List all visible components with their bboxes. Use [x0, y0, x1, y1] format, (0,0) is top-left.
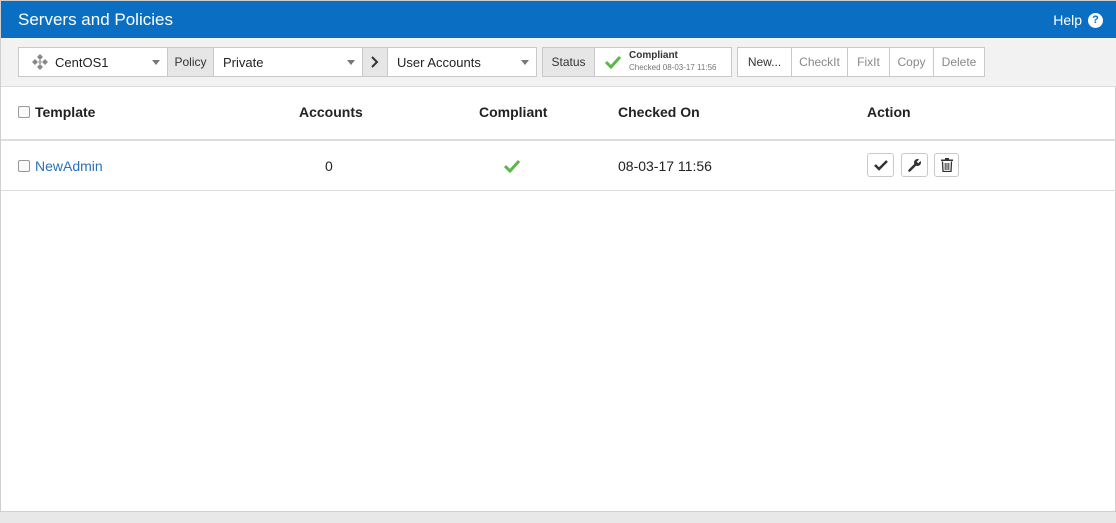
checked-on-value: 08-03-17 11:56: [618, 157, 712, 174]
checkit-button[interactable]: CheckIt: [791, 47, 848, 77]
check-icon: [504, 159, 520, 173]
status-title: Compliant: [629, 50, 678, 61]
table-row[interactable]: NewAdmin 0 08-03-17 11:56: [1, 142, 1116, 191]
template-link[interactable]: NewAdmin: [35, 158, 103, 174]
accounts-value: 0: [325, 157, 333, 174]
table-header: Template Accounts Compliant Checked On A…: [1, 87, 1116, 141]
template-cell: NewAdmin: [18, 142, 103, 189]
policy-label: Policy: [167, 47, 214, 77]
check-icon: [873, 160, 888, 171]
wrench-icon: [907, 158, 922, 172]
header-checked-on[interactable]: Checked On: [618, 87, 700, 137]
header-accounts[interactable]: Accounts: [299, 87, 363, 137]
chevron-right-icon: [371, 56, 379, 68]
delete-row-button[interactable]: [934, 153, 959, 177]
status-label: Status: [542, 47, 595, 77]
header-compliant[interactable]: Compliant: [479, 87, 547, 137]
chevron-down-icon: [152, 60, 160, 65]
compliant-cell: [504, 142, 520, 189]
new-button[interactable]: New...: [737, 47, 792, 77]
status-bar: [0, 512, 1116, 523]
help-icon: ?: [1088, 12, 1103, 28]
help-button[interactable]: Help ?: [1053, 12, 1103, 28]
help-label: Help: [1053, 12, 1082, 28]
status-timestamp: Checked 08-03-17 11:56: [629, 63, 717, 72]
category-value: User Accounts: [397, 54, 481, 70]
status-badge: Compliant Checked 08-03-17 11:56: [594, 47, 732, 77]
header-action: Action: [867, 104, 911, 120]
check-icon: [605, 55, 621, 69]
server-value: CentOS1: [55, 54, 109, 70]
page-title: Servers and Policies: [18, 10, 173, 29]
server-icon: [32, 54, 48, 70]
chevron-down-icon: [521, 60, 529, 65]
copy-button[interactable]: Copy: [889, 47, 934, 77]
breadcrumb-separator: [362, 47, 388, 77]
checkit-row-button[interactable]: [867, 153, 894, 177]
fixit-row-button[interactable]: [901, 153, 928, 177]
app-window: Servers and Policies Help ? CentOS1 Poli…: [0, 0, 1116, 512]
category-dropdown[interactable]: User Accounts: [387, 47, 537, 77]
chevron-down-icon: [347, 60, 355, 65]
title-bar: Servers and Policies Help ?: [1, 1, 1116, 38]
fixit-button[interactable]: FixIt: [847, 47, 890, 77]
policy-value: Private: [223, 54, 264, 70]
header-template-cell: Template: [18, 87, 95, 137]
trash-icon: [940, 158, 953, 172]
policy-dropdown[interactable]: Private: [213, 47, 363, 77]
toolbar: CentOS1 Policy Private User Accounts Sta…: [1, 38, 1116, 87]
server-dropdown[interactable]: CentOS1: [18, 47, 168, 77]
header-template: Template: [35, 104, 96, 120]
row-checkbox[interactable]: [18, 159, 30, 172]
select-all-checkbox[interactable]: [18, 106, 30, 118]
delete-button[interactable]: Delete: [933, 47, 985, 77]
